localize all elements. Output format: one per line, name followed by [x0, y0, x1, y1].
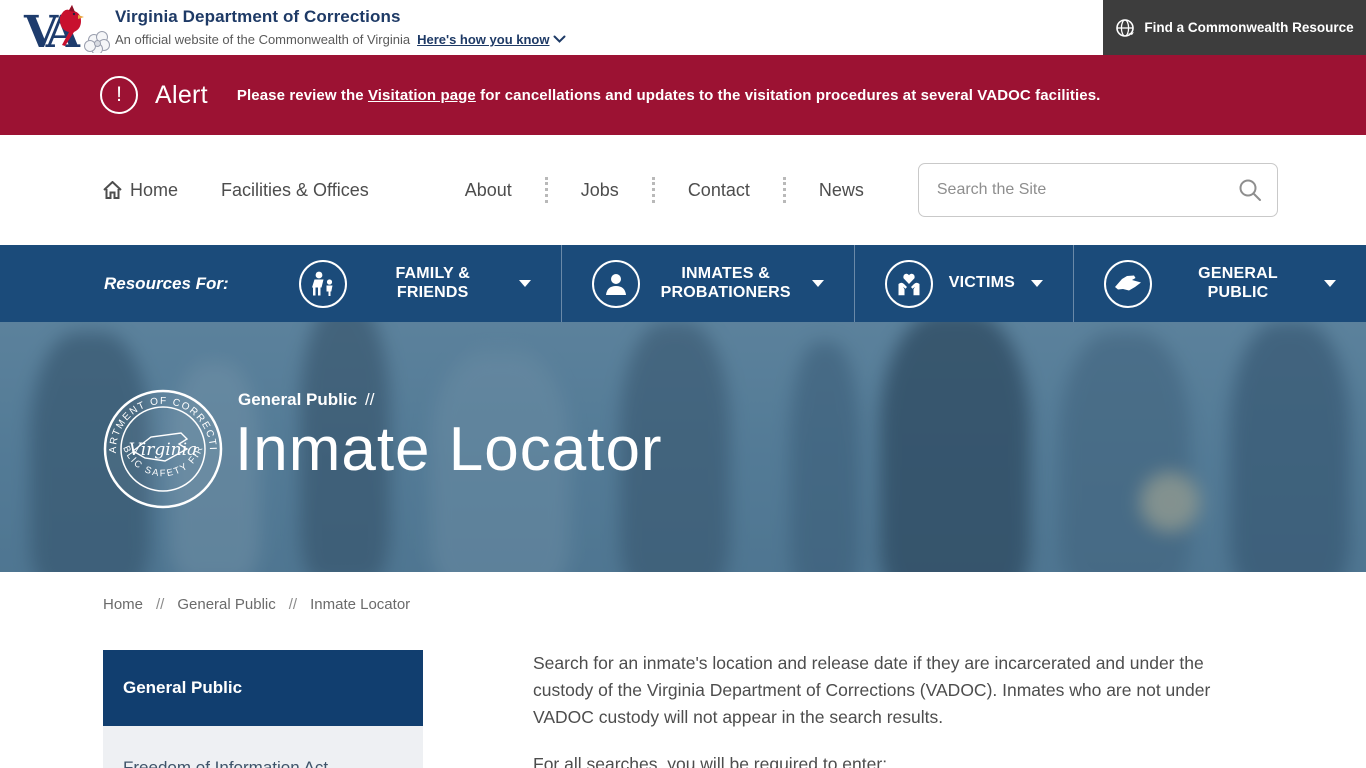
official-website-text: An official website of the Commonwealth …	[115, 32, 410, 47]
nav-separator	[652, 177, 655, 203]
resources-menu-family-friends[interactable]: FAMILY & FRIENDS	[269, 245, 561, 322]
va-cardinal-logo-icon: VA	[22, 3, 114, 53]
section-sidebar: General Public Freedom of Information Ac…	[103, 650, 423, 768]
chevron-down-icon	[553, 35, 566, 44]
hero-eyebrow[interactable]: General Public//	[238, 390, 375, 410]
requirements-lead: For all searches, you will be required t…	[533, 751, 1253, 768]
page-title: Inmate Locator	[235, 414, 663, 485]
nav-item-home[interactable]: Home	[103, 180, 178, 201]
dropdown-caret-icon	[519, 280, 531, 287]
site-title: Virginia Department of Corrections	[115, 7, 566, 27]
svg-text:Virginia: Virginia	[129, 440, 197, 460]
site-search-input[interactable]	[918, 163, 1278, 217]
dropdown-caret-icon	[1031, 280, 1043, 287]
alert-message: Please review the Visitation page for ca…	[237, 87, 1101, 104]
nav-item-contact[interactable]: Contact	[688, 180, 750, 201]
breadcrumb: Home // General Public // Inmate Locator	[103, 596, 1366, 613]
breadcrumb-home[interactable]: Home	[103, 596, 143, 613]
nav-item-about[interactable]: About	[465, 180, 512, 201]
hero-banner: DEPARTMENT OF CORRECTIONS PUBLIC SAFETY …	[0, 322, 1366, 572]
victims-heart-hands-icon	[885, 260, 933, 308]
resources-for-bar: Resources For: FAMILY & FRIENDS INMATES …	[0, 245, 1366, 322]
family-friends-icon	[299, 260, 347, 308]
visitation-page-link[interactable]: Visitation page	[368, 87, 476, 104]
inmates-probationers-icon	[592, 260, 640, 308]
globe-icon	[1115, 18, 1135, 38]
vadoc-seal-icon: DEPARTMENT OF CORRECTIONS PUBLIC SAFETY …	[103, 389, 223, 509]
search-icon	[1238, 178, 1262, 202]
sidebar-item-foia[interactable]: Freedom of Information Act	[103, 726, 423, 768]
breadcrumb-general-public[interactable]: General Public	[177, 596, 275, 613]
vadoc-logo[interactable]: VA	[22, 3, 114, 53]
dropdown-caret-icon	[1324, 280, 1336, 287]
home-icon	[103, 181, 122, 199]
resources-menu-inmates-probationers[interactable]: INMATES & PROBATIONERS	[561, 245, 854, 322]
nav-separator	[545, 177, 548, 203]
site-header: VA Virginia Department of Corrections An…	[0, 0, 1366, 55]
virginia-state-icon	[1104, 260, 1152, 308]
sidebar-header-general-public[interactable]: General Public	[103, 650, 423, 726]
main-content: Search for an inmate's location and rele…	[533, 650, 1253, 768]
resources-menu-general-public[interactable]: GENERAL PUBLIC	[1073, 245, 1366, 322]
dropdown-caret-icon	[812, 280, 824, 287]
nav-item-facilities-offices[interactable]: Facilities & Offices	[221, 180, 369, 201]
resources-for-label: Resources For:	[104, 245, 229, 322]
heres-how-you-know-link[interactable]: Here's how you know	[417, 32, 566, 47]
main-navigation: Home Facilities & Offices About Jobs Con…	[0, 135, 1366, 245]
search-submit-button[interactable]	[1238, 177, 1264, 203]
alert-banner: ! Alert Please review the Visitation pag…	[0, 55, 1366, 135]
breadcrumb-inmate-locator: Inmate Locator	[310, 596, 410, 613]
find-commonwealth-resource-button[interactable]: Find a Commonwealth Resource	[1103, 0, 1366, 55]
alert-exclamation-icon: !	[100, 76, 138, 114]
alert-label: Alert	[155, 81, 208, 110]
resources-menu-victims[interactable]: VICTIMS	[854, 245, 1073, 322]
nav-item-jobs[interactable]: Jobs	[581, 180, 619, 201]
nav-separator	[783, 177, 786, 203]
nav-item-news[interactable]: News	[819, 180, 864, 201]
intro-paragraph: Search for an inmate's location and rele…	[533, 650, 1253, 731]
